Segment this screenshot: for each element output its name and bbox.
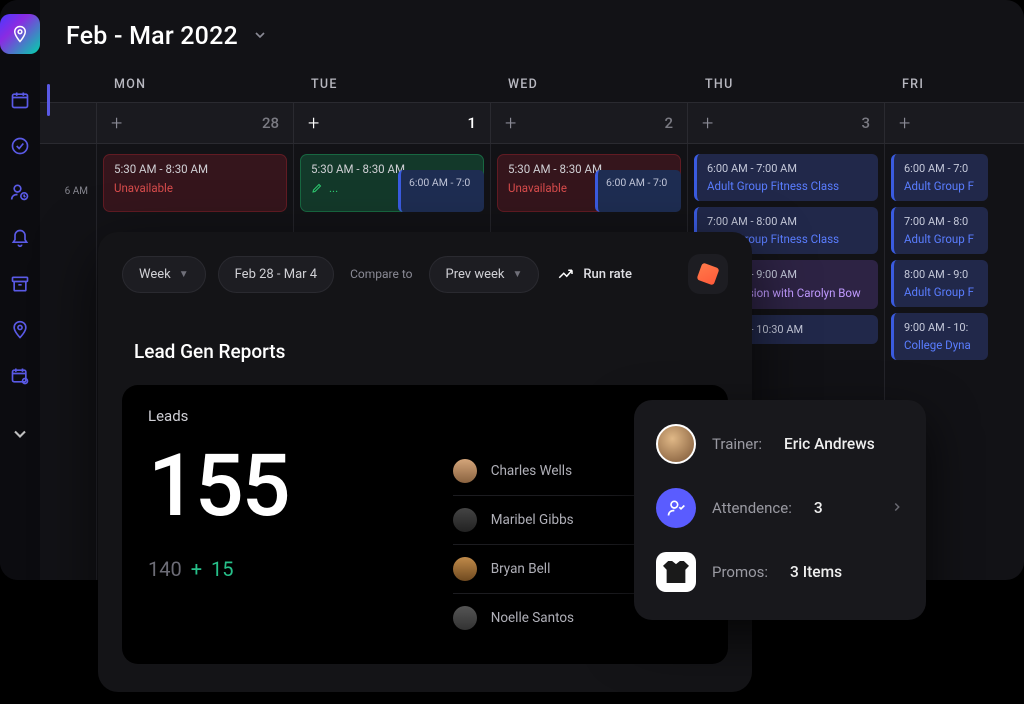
weekday-thu: THU — [687, 69, 884, 102]
leads-summary: Leads 155 140 + 15 — [148, 407, 453, 642]
attendance-row[interactable]: Attendence: 3 — [656, 488, 904, 528]
date-cell-thu[interactable]: +3 — [687, 103, 884, 143]
add-icon[interactable]: + — [505, 111, 516, 135]
trainer-row: Trainer: Eric Andrews — [656, 424, 904, 464]
event-class[interactable]: 9:00 AM - 10:College Dyna — [891, 313, 988, 360]
leads-label: Leads — [148, 407, 453, 425]
bell-icon — [10, 228, 30, 248]
avatar — [453, 508, 477, 532]
weekday-tue: TUE — [293, 69, 490, 102]
nav-archive[interactable] — [0, 264, 40, 304]
attendance-value: 3 — [814, 499, 823, 517]
pencil-icon — [311, 182, 323, 194]
app-logo[interactable] — [0, 14, 40, 54]
nav-location[interactable] — [0, 310, 40, 350]
date-cell-wed[interactable]: +2 — [490, 103, 687, 143]
nav-bell[interactable] — [0, 218, 40, 258]
person-clock-icon — [10, 182, 30, 202]
time-label-6am: 6 AM — [40, 186, 88, 246]
promos-value: 3 Items — [790, 563, 842, 581]
date-cell-mon[interactable]: +28 — [96, 103, 293, 143]
weekday-mon: MON — [96, 69, 293, 102]
add-icon[interactable]: + — [308, 111, 319, 135]
compare-select[interactable]: Prev week▼ — [429, 256, 540, 293]
cube-icon — [696, 262, 719, 285]
compare-label: Compare to — [350, 267, 412, 281]
chevron-right-icon — [890, 499, 904, 518]
run-rate-toggle[interactable]: Run rate — [557, 265, 632, 283]
event-unavailable[interactable]: 5:30 AM - 8:30 AM Unavailable — [103, 154, 287, 212]
attendance-label: Attendence: — [712, 499, 792, 517]
time-gutter: 6 AM — [40, 144, 96, 580]
nav-expand[interactable] — [0, 414, 40, 454]
promo-icon — [656, 552, 696, 592]
archive-icon — [10, 274, 30, 294]
avatar — [453, 557, 477, 581]
weekday-header-row: MON TUE WED THU FRI — [40, 69, 1024, 102]
weekday-wed: WED — [490, 69, 687, 102]
date-number-row: +28 +1 +2 +3 + — [40, 102, 1024, 144]
promos-label: Promos: — [712, 563, 768, 581]
pin-drop-icon — [11, 25, 29, 43]
date-cell-tue[interactable]: +1 — [293, 103, 490, 143]
add-icon[interactable]: + — [899, 111, 910, 135]
event-overlap[interactable]: 6:00 AM - 7:0 — [595, 170, 681, 212]
event-class[interactable]: 6:00 AM - 7:00 AMAdult Group Fitness Cla… — [694, 154, 878, 201]
trainer-card: Trainer: Eric Andrews Attendence: 3 Prom… — [634, 400, 926, 620]
trainer-label: Trainer: — [712, 435, 762, 453]
avatar — [453, 606, 477, 630]
nav-schedule[interactable] — [0, 356, 40, 396]
weekday-fri: FRI — [884, 69, 1024, 102]
trend-up-icon — [557, 265, 575, 283]
date-range-dropdown[interactable] — [252, 27, 268, 47]
calendar-header: Feb - Mar 2022 — [40, 0, 1024, 69]
avatar — [453, 459, 477, 483]
promos-row[interactable]: Promos: 3 Items — [656, 552, 904, 592]
trainer-name: Eric Andrews — [784, 435, 875, 453]
trainer-avatar — [656, 424, 696, 464]
brand-chip[interactable] — [688, 254, 728, 294]
sidebar — [0, 0, 40, 580]
check-circle-icon — [10, 136, 30, 156]
date-range-title: Feb - Mar 2022 — [66, 22, 238, 51]
event-overlap[interactable]: 6:00 AM - 7:0 — [398, 170, 484, 212]
add-icon[interactable]: + — [702, 111, 713, 135]
nav-people[interactable] — [0, 172, 40, 212]
person-check-icon — [666, 498, 686, 518]
leads-delta: 140 + 15 — [148, 557, 453, 581]
location-icon — [10, 320, 30, 340]
date-cell-fri[interactable]: + — [884, 103, 1024, 143]
event-class[interactable]: 7:00 AM - 8:0Adult Group F — [891, 207, 988, 254]
calendar-user-icon — [10, 366, 30, 386]
add-icon[interactable]: + — [111, 111, 122, 135]
date-range-select[interactable]: Feb 28 - Mar 4 — [218, 256, 334, 293]
nav-tasks[interactable] — [0, 126, 40, 166]
calendar-icon — [10, 90, 30, 110]
report-controls: Week▼ Feb 28 - Mar 4 Compare to Prev wee… — [122, 254, 728, 294]
chevron-down-icon: ▼ — [512, 269, 522, 280]
shirt-icon — [663, 561, 689, 583]
chevron-down-icon: ▼ — [179, 269, 189, 280]
event-class[interactable]: 6:00 AM - 7:0Adult Group F — [891, 154, 988, 201]
nav-calendar[interactable] — [0, 80, 40, 120]
attendance-icon — [656, 488, 696, 528]
report-title: Lead Gen Reports — [134, 340, 728, 363]
chevron-down-icon — [10, 424, 30, 444]
leads-total: 155 — [148, 443, 453, 529]
chevron-down-icon — [252, 27, 268, 43]
range-mode-select[interactable]: Week▼ — [122, 256, 206, 293]
event-class[interactable]: 8:00 AM - 9:0Adult Group F — [891, 260, 988, 307]
